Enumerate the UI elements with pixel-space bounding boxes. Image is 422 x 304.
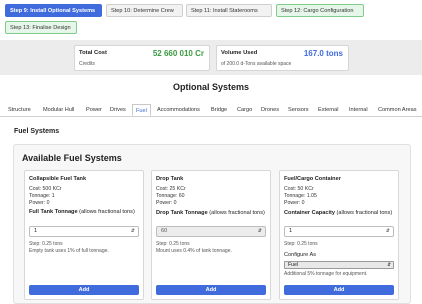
step-12-button[interactable]: Step 12: Cargo Configuration xyxy=(276,4,364,17)
category-tabs: Structure Modular Hull Power Drives Fuel… xyxy=(0,104,422,117)
full-tank-tonnage-input[interactable]: 1 ⇵ xyxy=(29,226,139,237)
drop-tank-card: Drop Tank Cost: 25 KCr Tonnage: 60 Power… xyxy=(151,170,271,300)
field-label: Container Capacity (allows fractional to… xyxy=(284,210,393,216)
page-title: Optional Systems xyxy=(172,82,250,92)
usage-note: Mount uses 0.4% of tank tonnage. xyxy=(156,248,232,254)
item-cost: Cost: 500 KCr xyxy=(29,186,62,192)
step-13-button[interactable]: Step 13: Finalise Design xyxy=(5,21,77,34)
tab-cargo[interactable]: Cargo xyxy=(237,104,252,116)
item-name: Drop Tank xyxy=(156,176,184,182)
field-label: Full Tank Tonnage (allows fractional ton… xyxy=(29,209,135,215)
tab-common-areas[interactable]: Common Areas xyxy=(378,104,417,116)
configure-as-label: Configure As xyxy=(284,252,317,258)
tab-structure[interactable]: Structure xyxy=(8,104,31,116)
tab-internal[interactable]: Internal xyxy=(349,104,368,116)
usage-note: Empty tank uses 1% of full tonnage. xyxy=(29,248,109,254)
chevron-updown-icon: ⇵ xyxy=(387,262,391,267)
item-tonnage: Tonnage: 1.05 xyxy=(284,193,317,199)
item-power: Power: 0 xyxy=(156,200,177,206)
drop-tank-tonnage-input[interactable]: 60 ⇵ xyxy=(156,226,266,237)
input-value: 1 xyxy=(34,228,38,234)
tab-bridge[interactable]: Bridge xyxy=(211,104,227,116)
item-tonnage: Tonnage: 1 xyxy=(29,193,55,199)
summary-bar: Total Cost 52 660 010 Cr Credits Volume … xyxy=(0,40,422,75)
item-power: Power: 0 xyxy=(284,200,305,206)
fuel-cargo-container-card: Fuel/Cargo Container Cost: 50 KCr Tonnag… xyxy=(279,170,399,300)
item-name: Collapsible Fuel Tank xyxy=(29,176,87,182)
fuel-systems-heading: Fuel Systems xyxy=(14,128,60,135)
wizard-steps: Step 9: Install Optional Systems Step 10… xyxy=(0,0,422,36)
tab-external[interactable]: External xyxy=(318,104,339,116)
item-power: Power: 0 xyxy=(29,200,50,206)
tab-drives[interactable]: Drives xyxy=(110,104,126,116)
volume-used-value: 167.0 tons xyxy=(303,49,343,58)
step-note: Step: 0.25 tons xyxy=(29,241,63,247)
item-tonnage: Tonnage: 60 xyxy=(156,193,185,199)
tab-fuel[interactable]: Fuel xyxy=(132,104,151,116)
step-10-button[interactable]: Step 10: Determine Crew xyxy=(106,4,183,17)
tab-accommodations[interactable]: Accommodations xyxy=(157,104,200,116)
tab-drones[interactable]: Drones xyxy=(261,104,279,116)
step-note: Step: 0.25 tons xyxy=(284,241,318,247)
stepper-icon[interactable]: ⇵ xyxy=(258,227,262,236)
item-name: Fuel/Cargo Container xyxy=(284,176,341,182)
volume-used-label: Volume Used xyxy=(221,50,258,56)
step-11-button[interactable]: Step 11: Install Staterooms xyxy=(186,4,272,17)
volume-used-available: of 200.0 d-Tons available space xyxy=(221,61,292,67)
item-cost: Cost: 25 KCr xyxy=(156,186,186,192)
add-button[interactable]: Add xyxy=(156,285,266,295)
select-value: Fuel xyxy=(288,262,299,268)
total-cost-label: Total Cost xyxy=(79,50,107,56)
stepper-icon[interactable]: ⇵ xyxy=(131,227,135,236)
add-button[interactable]: Add xyxy=(29,285,139,295)
add-button[interactable]: Add xyxy=(284,285,394,295)
volume-used-card: Volume Used 167.0 tons of 200.0 d-Tons a… xyxy=(216,45,349,71)
item-cost: Cost: 50 KCr xyxy=(284,186,314,192)
usage-note: Additional 5% tonnage for equipment. xyxy=(284,271,368,277)
available-fuel-systems-title: Available Fuel Systems xyxy=(22,153,122,163)
container-capacity-input[interactable]: 1 ⇵ xyxy=(284,226,394,237)
total-cost-unit: Credits xyxy=(79,61,95,67)
tab-power[interactable]: Power xyxy=(86,104,102,116)
step-note: Step: 0.25 tons xyxy=(156,241,190,247)
input-value: 1 xyxy=(289,228,293,234)
input-value: 60 xyxy=(161,228,168,234)
total-cost-value: 52 660 010 Cr xyxy=(152,49,204,58)
step-9-button[interactable]: Step 9: Install Optional Systems xyxy=(5,4,102,17)
tab-sensors[interactable]: Sensors xyxy=(288,104,309,116)
field-label: Drop Tank Tonnage (allows fractional ton… xyxy=(156,210,265,216)
configure-as-select[interactable]: Fuel ⇵ xyxy=(284,261,394,269)
collapsible-fuel-tank-card: Collapsible Fuel Tank Cost: 500 KCr Tonn… xyxy=(24,170,144,300)
tab-modular-hull[interactable]: Modular Hull xyxy=(43,104,74,116)
stepper-icon[interactable]: ⇵ xyxy=(386,227,390,236)
total-cost-card: Total Cost 52 660 010 Cr Credits xyxy=(74,45,210,71)
